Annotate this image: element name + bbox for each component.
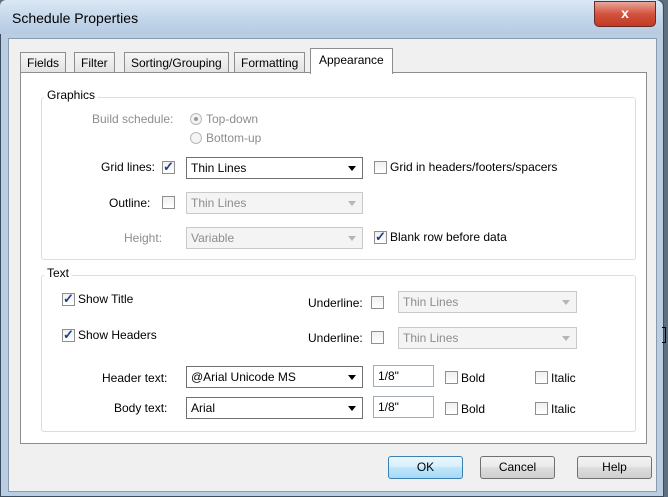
bottom-up-radio (190, 132, 202, 144)
body-bold-checkbox[interactable] (445, 402, 458, 415)
height-value: Variable (191, 231, 235, 245)
title-bar[interactable]: Schedule Properties (0, 0, 662, 34)
help-button[interactable]: Help (577, 456, 652, 479)
header-font-select[interactable]: @Arial Unicode MS (186, 366, 363, 388)
header-text-label: Header text: (102, 371, 168, 385)
chevron-down-icon (348, 375, 356, 380)
close-icon: x (621, 5, 629, 21)
chevron-down-icon (348, 201, 356, 206)
outline-value: Thin Lines (191, 196, 247, 210)
outline-checkbox[interactable] (162, 196, 175, 209)
body-bold-label: Bold (461, 402, 486, 416)
blank-row-checkbox[interactable]: ✓ (374, 229, 387, 244)
header-size-value: 1/8" (378, 369, 399, 383)
header-italic-checkbox[interactable] (535, 371, 548, 384)
body-text-label: Body text: (114, 401, 168, 415)
cancel-button[interactable]: Cancel (480, 456, 555, 479)
top-down-radio (190, 113, 202, 125)
appearance-panel: Graphics Build schedule: Top-down Bottom… (20, 72, 647, 444)
body-size-value: 1/8" (378, 400, 399, 414)
grid-lines-select[interactable]: Thin Lines (186, 157, 363, 179)
window-title: Schedule Properties (12, 10, 139, 26)
chevron-down-icon (562, 336, 570, 341)
grid-lines-value: Thin Lines (191, 161, 247, 175)
outline-select[interactable]: Thin Lines (186, 192, 363, 214)
grid-lines-checkbox[interactable]: ✓ (162, 159, 175, 174)
bottom-up-label: Bottom-up (206, 131, 262, 145)
checkmark-icon: ✓ (63, 291, 74, 306)
tab-formatting[interactable]: Formatting (234, 52, 306, 73)
header-italic-label: Italic (551, 371, 576, 385)
ok-button[interactable]: OK (388, 456, 463, 479)
show-title-checkbox[interactable]: ✓ (62, 291, 75, 306)
show-headers-checkbox[interactable]: ✓ (62, 327, 75, 342)
tab-sorting-grouping[interactable]: Sorting/Grouping (124, 52, 229, 73)
close-button[interactable]: x (594, 1, 656, 27)
chevron-down-icon (348, 406, 356, 411)
chevron-down-icon (348, 236, 356, 241)
header-bold-checkbox[interactable] (445, 371, 458, 384)
grid-headers-checkbox[interactable] (374, 161, 387, 174)
header-size-input[interactable]: 1/8" (373, 365, 434, 387)
body-font-select[interactable]: Arial (186, 397, 363, 419)
text-legend: Text (44, 266, 73, 280)
body-size-input[interactable]: 1/8" (373, 396, 434, 418)
checkmark-icon: ✓ (63, 327, 74, 342)
blank-row-label: Blank row before data (390, 230, 507, 244)
height-label: Height: (124, 231, 163, 245)
show-headers-label: Show Headers (78, 328, 157, 342)
headers-underline-label: Underline: (308, 331, 363, 345)
chevron-down-icon (562, 300, 570, 305)
tab-fields[interactable]: Fields (20, 52, 67, 73)
headers-underline-value: Thin Lines (403, 331, 459, 345)
build-schedule-label: Build schedule: (92, 112, 174, 126)
chevron-down-icon (348, 166, 356, 171)
grid-headers-label: Grid in headers/footers/spacers (390, 160, 558, 174)
text-cursor-icon (662, 327, 666, 343)
show-title-label: Show Title (78, 292, 134, 306)
headers-underline-select[interactable]: Thin Lines (398, 327, 577, 349)
height-select[interactable]: Variable (186, 227, 363, 249)
header-bold-label: Bold (461, 371, 486, 385)
grid-lines-label: Grid lines: (101, 160, 156, 174)
tab-appearance[interactable]: Appearance (310, 48, 393, 74)
title-underline-checkbox[interactable] (371, 296, 384, 309)
body-font-value: Arial (191, 401, 216, 415)
body-italic-checkbox[interactable] (535, 402, 548, 415)
outline-label: Outline: (109, 196, 151, 210)
top-down-label: Top-down (206, 112, 259, 126)
checkmark-icon: ✓ (375, 229, 386, 244)
graphics-legend: Graphics (44, 88, 99, 102)
body-italic-label: Italic (551, 402, 576, 416)
title-underline-select[interactable]: Thin Lines (398, 291, 577, 313)
header-font-value: @Arial Unicode MS (191, 370, 296, 384)
tab-filter[interactable]: Filter (74, 52, 115, 73)
title-underline-label: Underline: (308, 296, 363, 310)
checkmark-icon: ✓ (163, 159, 174, 174)
headers-underline-checkbox[interactable] (371, 331, 384, 344)
title-underline-value: Thin Lines (403, 295, 459, 309)
